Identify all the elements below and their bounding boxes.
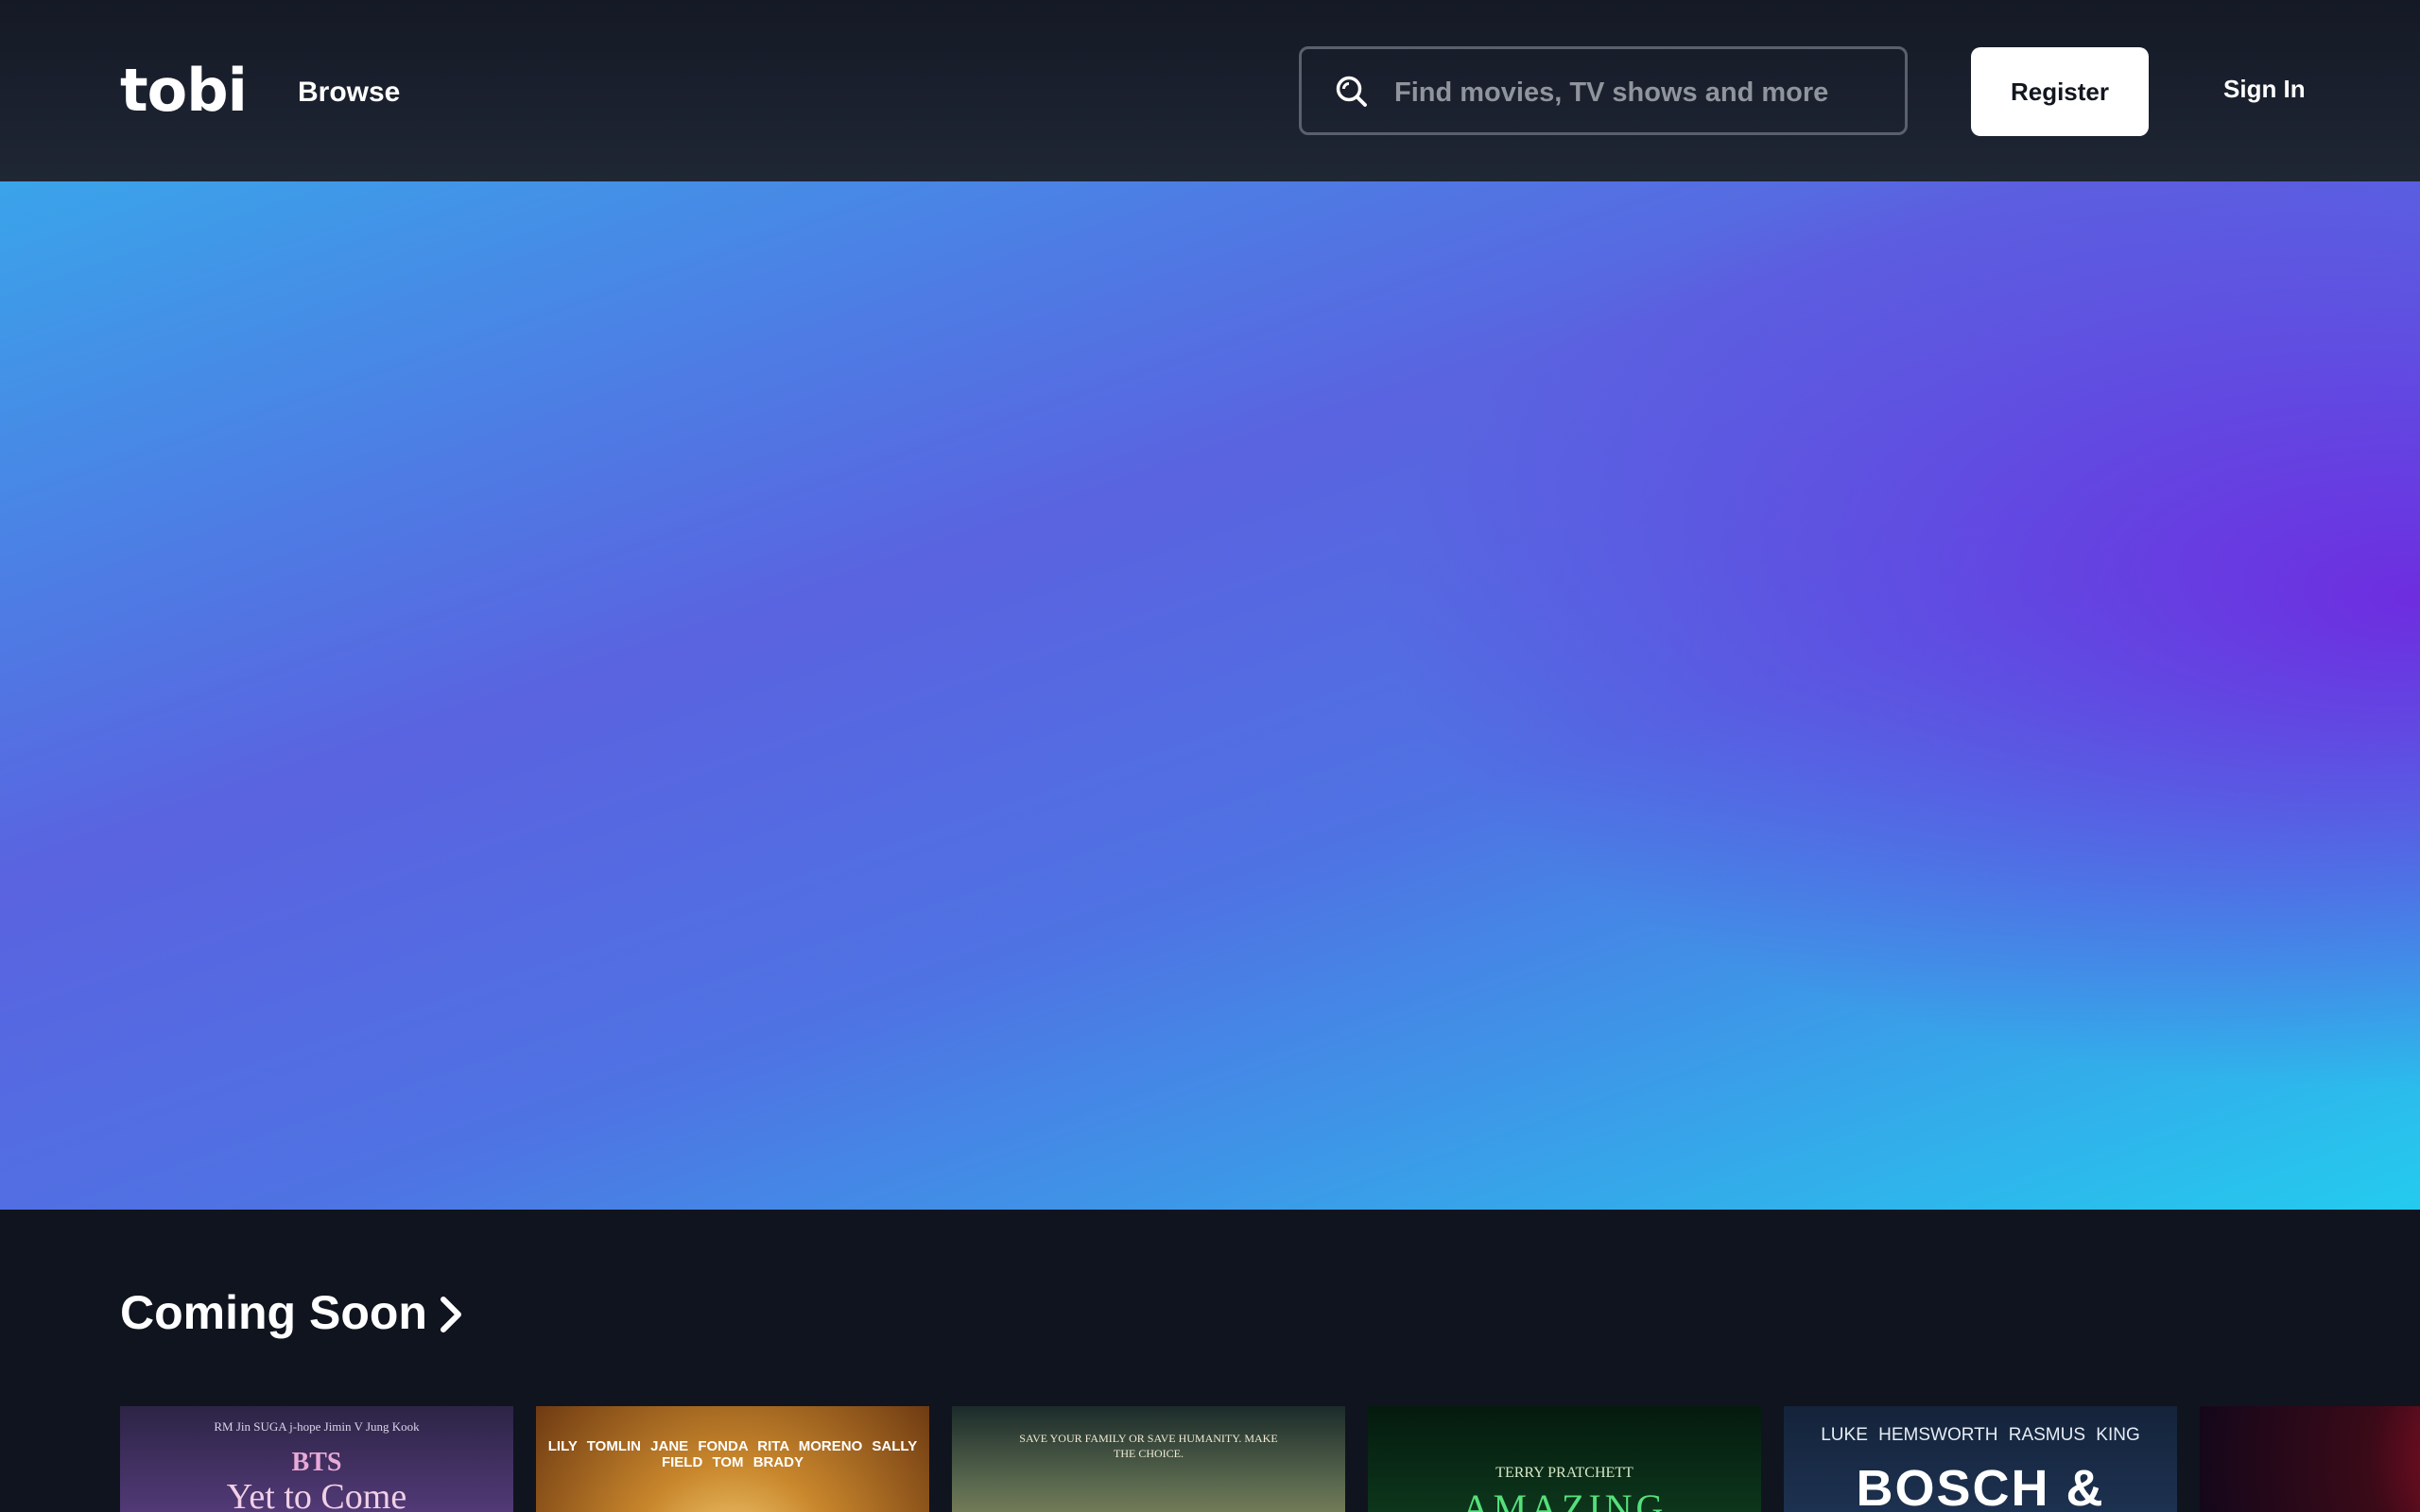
chevron-right-icon[interactable] — [438, 1294, 466, 1335]
coming-soon-heading[interactable]: Coming Soon — [120, 1281, 427, 1344]
poster-cast-text: LUKE HEMSWORTH RASMUS KING — [1821, 1425, 2140, 1445]
poster-title-bts: BTS — [291, 1448, 342, 1477]
poster-cast-text: LILY TOMLIN JANE FONDA RITA MORENO SALLY… — [547, 1438, 918, 1470]
poster-card-bts[interactable]: RM Jin SUGA j-hope Jimin V Jung Kook BTS… — [120, 1406, 513, 1512]
sign-in-link[interactable]: Sign In — [2223, 72, 2306, 106]
poster-title: AMAZING — [1461, 1486, 1668, 1512]
poster-tagline: SAVE YOUR FAMILY OR SAVE HUMANITY. MAKE … — [1019, 1432, 1278, 1460]
poster-title: BOSCH & ROCKIT — [1856, 1460, 2105, 1512]
poster-card-2[interactable]: LILY TOMLIN JANE FONDA RITA MORENO SALLY… — [536, 1406, 929, 1512]
tobi-logo[interactable]: tobi — [120, 55, 248, 127]
poster-subtitle: Yet to Come — [226, 1477, 407, 1512]
search-input[interactable] — [1392, 68, 1888, 117]
poster-card-3[interactable]: SAVE YOUR FAMILY OR SAVE HUMANITY. MAKE … — [952, 1406, 1345, 1512]
coming-soon-carousel: RM Jin SUGA j-hope Jimin V Jung Kook BTS… — [120, 1406, 2420, 1512]
hero-banner — [0, 181, 2420, 1210]
top-navigation-bar: tobi Browse Register Sign In — [0, 0, 2420, 181]
poster-credit: TERRY PRATCHETT — [1495, 1465, 1634, 1481]
browse-link[interactable]: Browse — [298, 74, 400, 112]
search-box[interactable] — [1299, 46, 1908, 135]
register-button[interactable]: Register — [1971, 47, 2149, 136]
poster-card-4[interactable]: TERRY PRATCHETT AMAZING — [1368, 1406, 1761, 1512]
poster-card-6[interactable] — [2200, 1406, 2420, 1512]
search-icon — [1336, 76, 1367, 107]
poster-cast-text: RM Jin SUGA j-hope Jimin V Jung Kook — [214, 1419, 420, 1434]
poster-card-5[interactable]: LUKE HEMSWORTH RASMUS KING BOSCH & ROCKI… — [1784, 1406, 2177, 1512]
